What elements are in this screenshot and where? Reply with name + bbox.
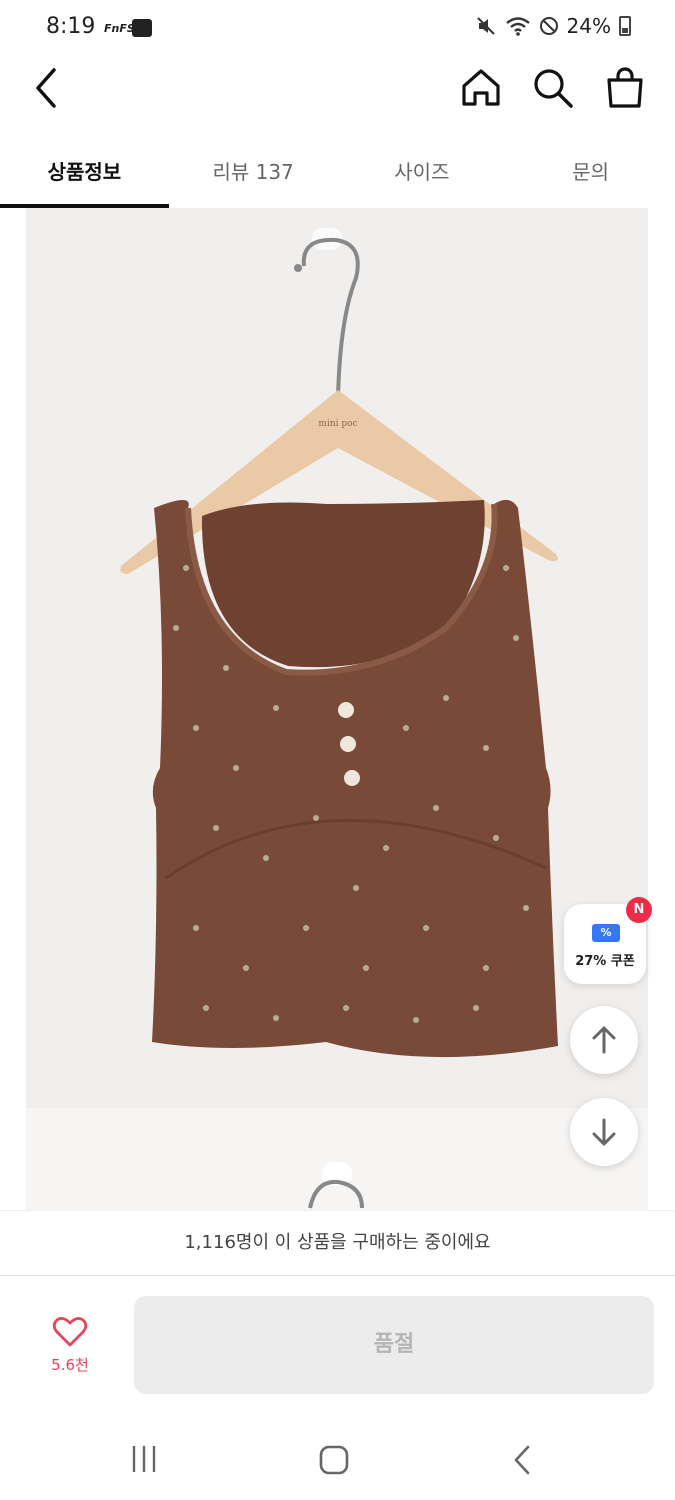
wifi-icon xyxy=(505,17,530,36)
battery-icon xyxy=(619,16,631,36)
back-button[interactable] xyxy=(28,66,68,110)
battery-percent: 24% xyxy=(566,14,611,38)
bottom-action-bar: 5.6천 품절 xyxy=(0,1276,675,1416)
like-count: 5.6천 xyxy=(51,1356,89,1374)
coupon-ticket-icon: % xyxy=(592,924,620,942)
app-header xyxy=(0,58,675,128)
product-tabs: 상품정보 리뷰 137 사이즈 문의 xyxy=(0,134,675,208)
home-icon[interactable] xyxy=(459,66,503,110)
product-image[interactable]: mini poc xyxy=(26,208,648,1210)
status-bar: 8:19 FnFS 24% xyxy=(0,0,675,58)
tab-inquiry[interactable]: 문의 xyxy=(506,134,675,208)
home-nav-icon[interactable] xyxy=(318,1444,350,1476)
app-notification-icon: FnFS xyxy=(104,22,135,35)
tab-size[interactable]: 사이즈 xyxy=(338,134,507,208)
soldout-button[interactable]: 품절 xyxy=(134,1296,654,1394)
scroll-down-button[interactable] xyxy=(570,1098,638,1166)
recent-apps-icon[interactable] xyxy=(128,1444,160,1474)
tab-product-info[interactable]: 상품정보 xyxy=(0,134,169,208)
search-icon[interactable] xyxy=(531,66,575,110)
hanger-brand: mini poc xyxy=(318,419,357,429)
heart-icon xyxy=(52,1317,88,1347)
status-time: 8:19 xyxy=(46,14,96,39)
shopping-bag-icon[interactable] xyxy=(603,66,647,110)
arrow-up-icon xyxy=(592,1026,616,1054)
coupon-label: 27% 쿠폰 xyxy=(575,954,635,969)
tab-reviews[interactable]: 리뷰 137 xyxy=(169,134,338,208)
gallery-icon xyxy=(132,19,152,37)
like-button[interactable]: 5.6천 xyxy=(40,1316,100,1375)
do-not-disturb-icon xyxy=(539,17,558,35)
system-nav-bar xyxy=(0,1418,675,1500)
arrow-down-icon xyxy=(592,1118,616,1146)
scroll-up-button[interactable] xyxy=(570,1006,638,1074)
back-nav-icon[interactable] xyxy=(510,1444,534,1476)
mute-icon xyxy=(476,17,495,35)
purchase-notice: 1,116명이 이 상품을 구매하는 중이에요 xyxy=(0,1210,675,1276)
new-badge: N xyxy=(626,897,652,923)
product-photo-illustration: mini poc xyxy=(26,228,648,1210)
status-indicators: 24% xyxy=(475,14,631,38)
chevron-left-icon xyxy=(36,68,56,108)
